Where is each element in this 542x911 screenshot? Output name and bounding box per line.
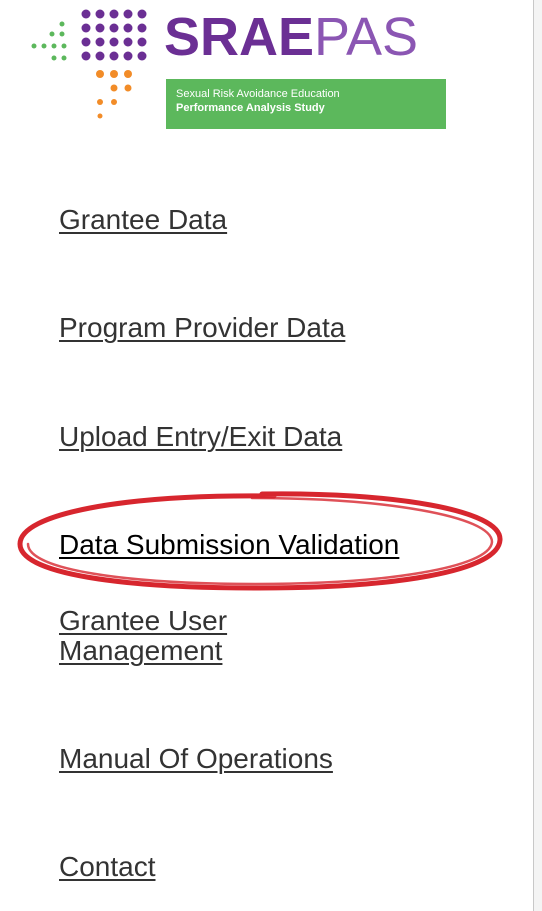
logo-title-light: PAS — [314, 7, 419, 67]
logo-subtitle-box: Sexual Risk Avoidance Education Performa… — [166, 79, 446, 129]
logo-title: SRAEPAS — [164, 6, 418, 68]
panel-right-border — [533, 0, 542, 911]
nav-link-data-submission-validation[interactable]: Data Submission Validation — [59, 528, 399, 561]
logo-title-strong: SRAE — [164, 7, 315, 67]
srae-pas-logo[interactable]: SRAEPAS Sexual Risk Avoidance Education … — [28, 4, 448, 129]
nav-link-grantee-user-management[interactable]: Grantee User Management — [59, 606, 319, 666]
nav-link-program-provider-data[interactable]: Program Provider Data — [59, 311, 345, 344]
logo-subtitle-line1: Sexual Risk Avoidance Education — [176, 88, 340, 100]
logo-subtitle-line2: Performance Analysis Study — [176, 102, 325, 114]
sidebar-panel: SRAEPAS Sexual Risk Avoidance Education … — [0, 0, 542, 911]
nav-link-upload-entry-exit-data[interactable]: Upload Entry/Exit Data — [59, 420, 342, 453]
dots-logo-icon — [31, 9, 147, 119]
nav-link-manual-of-operations[interactable]: Manual Of Operations — [59, 742, 333, 775]
nav-link-grantee-data[interactable]: Grantee Data — [59, 203, 227, 236]
nav-link-contact[interactable]: Contact — [59, 850, 156, 883]
